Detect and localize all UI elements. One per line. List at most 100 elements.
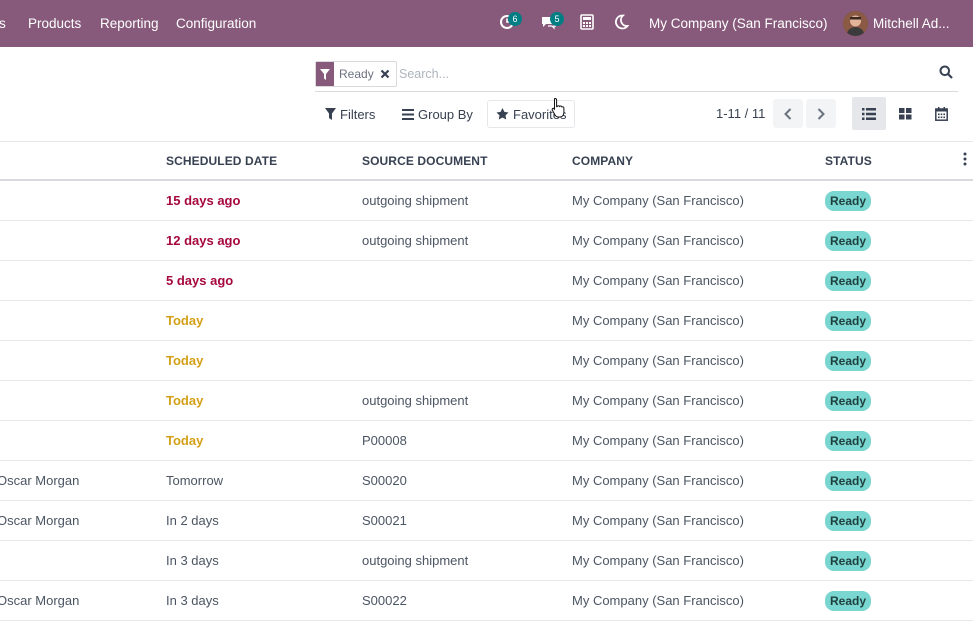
status-badge: Ready (825, 231, 872, 251)
filters-button[interactable]: Filters (325, 100, 375, 128)
source-document-cell: S00022 (362, 593, 407, 608)
company-cell: My Company (San Francisco) (572, 553, 744, 568)
pager-previous-button[interactable] (773, 99, 803, 128)
source-document-cell: P00008 (362, 433, 407, 448)
company-cell: My Company (San Francisco) (572, 273, 744, 288)
facet-label: Ready (339, 67, 374, 81)
moon-icon[interactable] (613, 14, 631, 32)
chevron-left-icon (784, 107, 792, 120)
scheduled-date-cell: In 3 days (166, 553, 219, 568)
company-cell: My Company (San Francisco) (572, 233, 744, 248)
star-icon (496, 108, 509, 120)
column-header-scheduled-date[interactable]: Scheduled Date (166, 142, 277, 180)
scheduled-date-cell: Tomorrow (166, 473, 224, 488)
company-cell: My Company (San Francisco) (572, 473, 744, 488)
column-header-status[interactable]: Status (825, 142, 872, 180)
user-menu[interactable]: Mitchell Ad... (873, 0, 950, 47)
table-body: 15 days ago outgoing shipment My Company (… (0, 181, 973, 621)
menu-item-reporting[interactable]: Reporting (100, 0, 159, 47)
mouse-cursor-icon (551, 97, 565, 118)
bars-icon (402, 108, 414, 120)
table-row[interactable]: 15 days ago outgoing shipment My Company (… (0, 181, 973, 221)
status-badge: Ready (825, 271, 872, 291)
scheduled-date-cell: 12 days ago (166, 233, 241, 248)
menu-item-partial[interactable]: s (0, 0, 6, 47)
company-cell: My Company (San Francisco) (572, 393, 744, 408)
calendar-view-icon (934, 106, 948, 121)
status-badge: Ready (825, 311, 872, 331)
scheduled-date-cell: In 2 days (166, 513, 219, 528)
company-cell: My Company (San Francisco) (572, 353, 744, 368)
table-row[interactable]: Oscar Morgan In 3 days S00022 My Company (S… (0, 581, 973, 621)
source-document-cell: S00021 (362, 513, 407, 528)
company-cell: My Company (San Francisco) (572, 593, 744, 608)
column-header-source-document[interactable]: Source Document (362, 142, 488, 180)
column-options-icon[interactable] (962, 152, 972, 170)
list-view-icon (862, 107, 876, 120)
search-input[interactable] (399, 64, 919, 84)
contact-cell: Oscar Morgan (0, 473, 80, 488)
scheduled-date-cell: In 3 days (166, 593, 219, 608)
filters-label: Filters (340, 106, 376, 122)
scheduled-date-cell: 5 days ago (166, 273, 234, 288)
groupby-button[interactable]: Group By (402, 100, 473, 128)
menu-item-products[interactable]: Products (28, 0, 81, 47)
chevron-right-icon (817, 107, 825, 120)
transfers-table: Scheduled Date Source Document Company S… (0, 141, 973, 621)
table-row[interactable]: Oscar Morgan In 2 days S00021 My Company (S… (0, 501, 973, 541)
menu-item-configuration[interactable]: Configuration (176, 0, 256, 47)
source-document-cell: S00020 (362, 473, 407, 488)
pager-next-button[interactable] (806, 99, 836, 128)
table-row[interactable]: In 3 days outgoing shipment My Company (Sa… (0, 541, 973, 581)
table-row[interactable]: 5 days ago My Company (San Francisco) Read… (0, 261, 973, 301)
search-bar: Ready (315, 58, 958, 92)
table-row[interactable]: Today My Company (San Francisco) Ready (0, 301, 973, 341)
filter-icon (316, 62, 334, 86)
status-badge: Ready (825, 351, 872, 371)
status-badge: Ready (825, 511, 872, 531)
company-cell: My Company (San Francisco) (572, 433, 744, 448)
pager-value[interactable]: 1-11 / 11 (716, 106, 765, 121)
scheduled-date-cell: Today (166, 353, 204, 368)
company-cell: My Company (San Francisco) (572, 313, 744, 328)
filter-icon (325, 108, 336, 120)
scheduled-date-cell: Today (166, 393, 204, 408)
source-document-cell: outgoing shipment (362, 393, 469, 408)
source-document-cell: outgoing shipment (362, 193, 469, 208)
table-row[interactable]: Oscar Morgan Tomorrow S00020 My Company (Sa… (0, 461, 973, 501)
close-icon[interactable] (378, 67, 392, 81)
company-switcher[interactable]: My Company (San Francisco) (649, 0, 828, 47)
calendar-view-button[interactable] (924, 97, 958, 130)
status-badge: Ready (825, 551, 872, 571)
user-avatar[interactable] (843, 11, 868, 36)
table-row[interactable]: 12 days ago outgoing shipment My Company (… (0, 221, 973, 261)
search-facet: Ready (315, 61, 397, 87)
kanban-view-icon (898, 107, 911, 119)
kanban-view-button[interactable] (888, 97, 922, 130)
search-icon[interactable] (939, 65, 955, 81)
scheduled-date-cell: 15 days ago (166, 193, 241, 208)
column-header-company[interactable]: Company (572, 142, 633, 180)
table-row[interactable]: Today outgoing shipment My Company (San Fr… (0, 381, 973, 421)
top-navbar: s Products Reporting Configuration 6 5 M… (0, 0, 973, 47)
source-document-cell: outgoing shipment (362, 233, 469, 248)
messages-count-badge: 5 (550, 12, 564, 26)
scheduled-date-cell: Today (166, 433, 204, 448)
source-document-cell: outgoing shipment (362, 553, 469, 568)
company-cell: My Company (San Francisco) (572, 193, 744, 208)
table-row[interactable]: Today My Company (San Francisco) Ready (0, 341, 973, 381)
status-badge: Ready (825, 191, 872, 211)
status-badge: Ready (825, 591, 872, 611)
list-view-button[interactable] (852, 97, 886, 130)
activity-count-badge: 6 (508, 12, 522, 26)
calculator-icon[interactable] (580, 14, 598, 32)
table-header: Scheduled Date Source Document Company S… (0, 141, 973, 181)
company-cell: My Company (San Francisco) (572, 513, 744, 528)
contact-cell: Oscar Morgan (0, 513, 80, 528)
status-badge: Ready (825, 431, 872, 451)
groupby-label: Group By (418, 106, 473, 122)
status-badge: Ready (825, 471, 872, 491)
scheduled-date-cell: Today (166, 313, 204, 328)
status-badge: Ready (825, 391, 872, 411)
table-row[interactable]: Today P00008 My Company (San Francisco) Rea… (0, 421, 973, 461)
